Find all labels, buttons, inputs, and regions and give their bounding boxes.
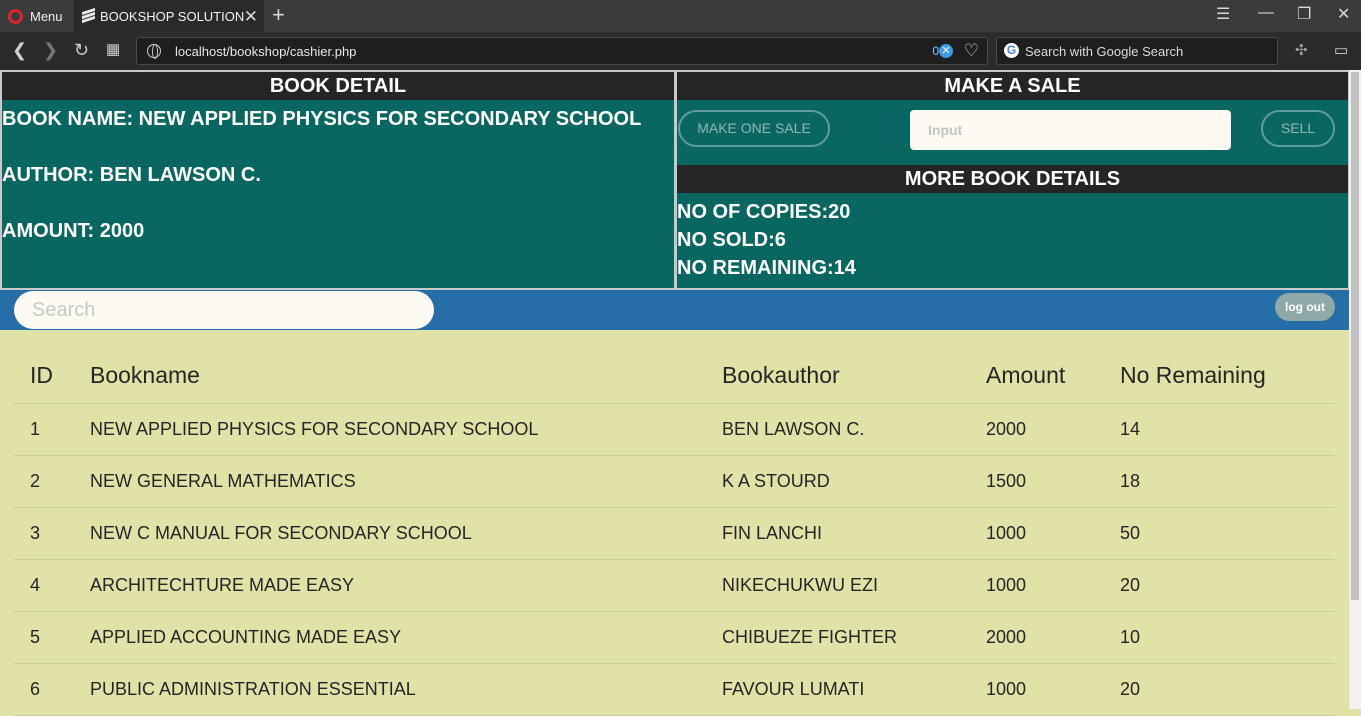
book-author-text: AUTHOR: BEN LAWSON C.: [2, 164, 261, 186]
close-tab-icon[interactable]: ✕: [244, 7, 258, 27]
extension-icon[interactable]: ✣: [1295, 41, 1308, 59]
browser-address-bar: ❮ ❯ ↻ ▦ localhost/bookshop/cashier.php 0…: [0, 32, 1361, 70]
header-no-remaining: No Remaining: [1104, 349, 1335, 404]
google-search-field[interactable]: G Search with Google Search: [996, 37, 1278, 65]
cell-bookname: NEW GENERAL MATHEMATICS: [74, 455, 706, 508]
table-row[interactable]: 3 NEW C MANUAL FOR SECONDARY SCHOOL FIN …: [14, 507, 1335, 560]
restore-icon[interactable]: ❐: [1297, 4, 1311, 24]
logout-button[interactable]: log out: [1275, 293, 1335, 321]
table-row[interactable]: 5 APPLIED ACCOUNTING MADE EASY CHIBUEZE …: [14, 611, 1335, 664]
cell-amount: 1000: [970, 663, 1104, 716]
speed-dial-icon[interactable]: ▦: [106, 39, 120, 61]
cell-bookname: NEW APPLIED PHYSICS FOR SECONDARY SCHOOL: [74, 403, 706, 456]
cell-bookname: APPLIED ACCOUNTING MADE EASY: [74, 611, 706, 664]
cell-bookauthor: K A STOURD: [706, 455, 970, 508]
header-bookauthor: Bookauthor: [706, 349, 970, 404]
make-one-sale-button[interactable]: MAKE ONE SALE: [678, 110, 830, 147]
url-field[interactable]: localhost/bookshop/cashier.php 0 ✕ ♡: [136, 37, 988, 65]
tab-stack-icon: [82, 7, 95, 24]
scrollbar-thumb[interactable]: [1351, 72, 1359, 600]
table-header-row: ID Bookname Bookauthor Amount No Remaini…: [14, 349, 1335, 404]
book-amount-text: AMOUNT: 2000: [2, 220, 145, 242]
remaining-text: NO REMAINING:14: [677, 257, 856, 279]
table-row[interactable]: 4 ARCHITECHTURE MADE EASY NIKECHUKWU EZI…: [14, 559, 1335, 612]
header-bookname: Bookname: [74, 349, 706, 404]
page-scrollbar[interactable]: [1349, 70, 1361, 709]
browser-tab-bar: Menu BOOKSHOP SOLUTION ✕ + ☰ — ❐ ✕: [0, 0, 1361, 32]
cell-remaining: 20: [1104, 663, 1335, 716]
back-icon[interactable]: ❮: [12, 39, 27, 61]
google-icon: G: [1004, 43, 1019, 58]
make-sale-panel: MAKE A SALE MAKE ONE SALE Input SELL MOR…: [675, 70, 1350, 290]
cell-amount: 1000: [970, 507, 1104, 560]
cell-remaining: 50: [1104, 507, 1335, 560]
more-book-details-heading: MORE BOOK DETAILS: [677, 165, 1348, 193]
cell-id: 6: [14, 663, 74, 716]
google-search-placeholder: Search with Google Search: [1025, 43, 1184, 59]
blocker-count: 0: [932, 44, 939, 58]
book-name-text: BOOK NAME: NEW APPLIED PHYSICS FOR SECON…: [2, 108, 642, 130]
heart-icon[interactable]: ♡: [964, 41, 979, 61]
cell-amount: 2000: [970, 403, 1104, 456]
forward-icon[interactable]: ❯: [43, 39, 58, 61]
cell-bookname: ARCHITECHTURE MADE EASY: [74, 559, 706, 612]
cell-amount: 2000: [970, 611, 1104, 664]
cell-id: 3: [14, 507, 74, 560]
battery-icon[interactable]: ▭: [1334, 41, 1348, 59]
url-text: localhost/bookshop/cashier.php: [175, 43, 357, 59]
table-row[interactable]: 2 NEW GENERAL MATHEMATICS K A STOURD 150…: [14, 455, 1335, 508]
cell-remaining: 14: [1104, 403, 1335, 456]
browser-menu-button[interactable]: Menu: [0, 0, 72, 32]
cell-bookauthor: FIN LANCHI: [706, 507, 970, 560]
cell-id: 1: [14, 403, 74, 456]
sale-controls: MAKE ONE SALE Input SELL: [677, 100, 1348, 165]
cell-bookauthor: NIKECHUKWU EZI: [706, 559, 970, 612]
close-window-icon[interactable]: ✕: [1337, 4, 1350, 24]
sell-button[interactable]: SELL: [1261, 110, 1335, 147]
search-bar: Search log out: [0, 290, 1349, 330]
make-sale-heading: MAKE A SALE: [677, 72, 1348, 100]
reload-icon[interactable]: ↻: [74, 39, 89, 61]
cell-id: 5: [14, 611, 74, 664]
tab-menu-icon[interactable]: ☰: [1216, 4, 1230, 24]
cell-amount: 1500: [970, 455, 1104, 508]
book-detail-panel: BOOK DETAIL BOOK NAME: NEW APPLIED PHYSI…: [0, 70, 676, 290]
book-detail-heading: BOOK DETAIL: [2, 72, 674, 100]
header-amount: Amount: [970, 349, 1104, 404]
cell-bookauthor: CHIBUEZE FIGHTER: [706, 611, 970, 664]
browser-tab-active[interactable]: BOOKSHOP SOLUTION ✕: [74, 0, 264, 32]
cell-amount: 1000: [970, 559, 1104, 612]
cell-remaining: 20: [1104, 559, 1335, 612]
sold-text: NO SOLD:6: [677, 229, 786, 251]
header-id: ID: [14, 349, 74, 404]
cell-remaining: 18: [1104, 455, 1335, 508]
cell-bookname: PUBLIC ADMINISTRATION ESSENTIAL: [74, 663, 706, 716]
cell-bookname: NEW C MANUAL FOR SECONDARY SCHOOL: [74, 507, 706, 560]
books-table: ID Bookname Bookauthor Amount No Remaini…: [14, 349, 1335, 716]
browser-menu-label: Menu: [30, 8, 63, 24]
cell-bookauthor: BEN LAWSON C.: [706, 403, 970, 456]
globe-icon: [147, 44, 161, 59]
cell-remaining: 10: [1104, 611, 1335, 664]
blocker-icon[interactable]: ✕: [939, 44, 953, 58]
opera-logo-icon: [8, 8, 23, 24]
minimize-icon[interactable]: —: [1258, 4, 1274, 22]
copies-text: NO OF COPIES:20: [677, 201, 851, 223]
tab-title: BOOKSHOP SOLUTION: [100, 8, 245, 24]
cell-id: 2: [14, 455, 74, 508]
page-content: BOOK DETAIL BOOK NAME: NEW APPLIED PHYSI…: [0, 70, 1350, 716]
search-input[interactable]: Search: [14, 291, 434, 329]
new-tab-icon[interactable]: +: [272, 3, 285, 27]
cell-id: 4: [14, 559, 74, 612]
sale-quantity-input[interactable]: Input: [910, 110, 1231, 150]
table-row[interactable]: 6 PUBLIC ADMINISTRATION ESSENTIAL FAVOUR…: [14, 663, 1335, 716]
cell-bookauthor: FAVOUR LUMATI: [706, 663, 970, 716]
table-row[interactable]: 1 NEW APPLIED PHYSICS FOR SECONDARY SCHO…: [14, 403, 1335, 456]
